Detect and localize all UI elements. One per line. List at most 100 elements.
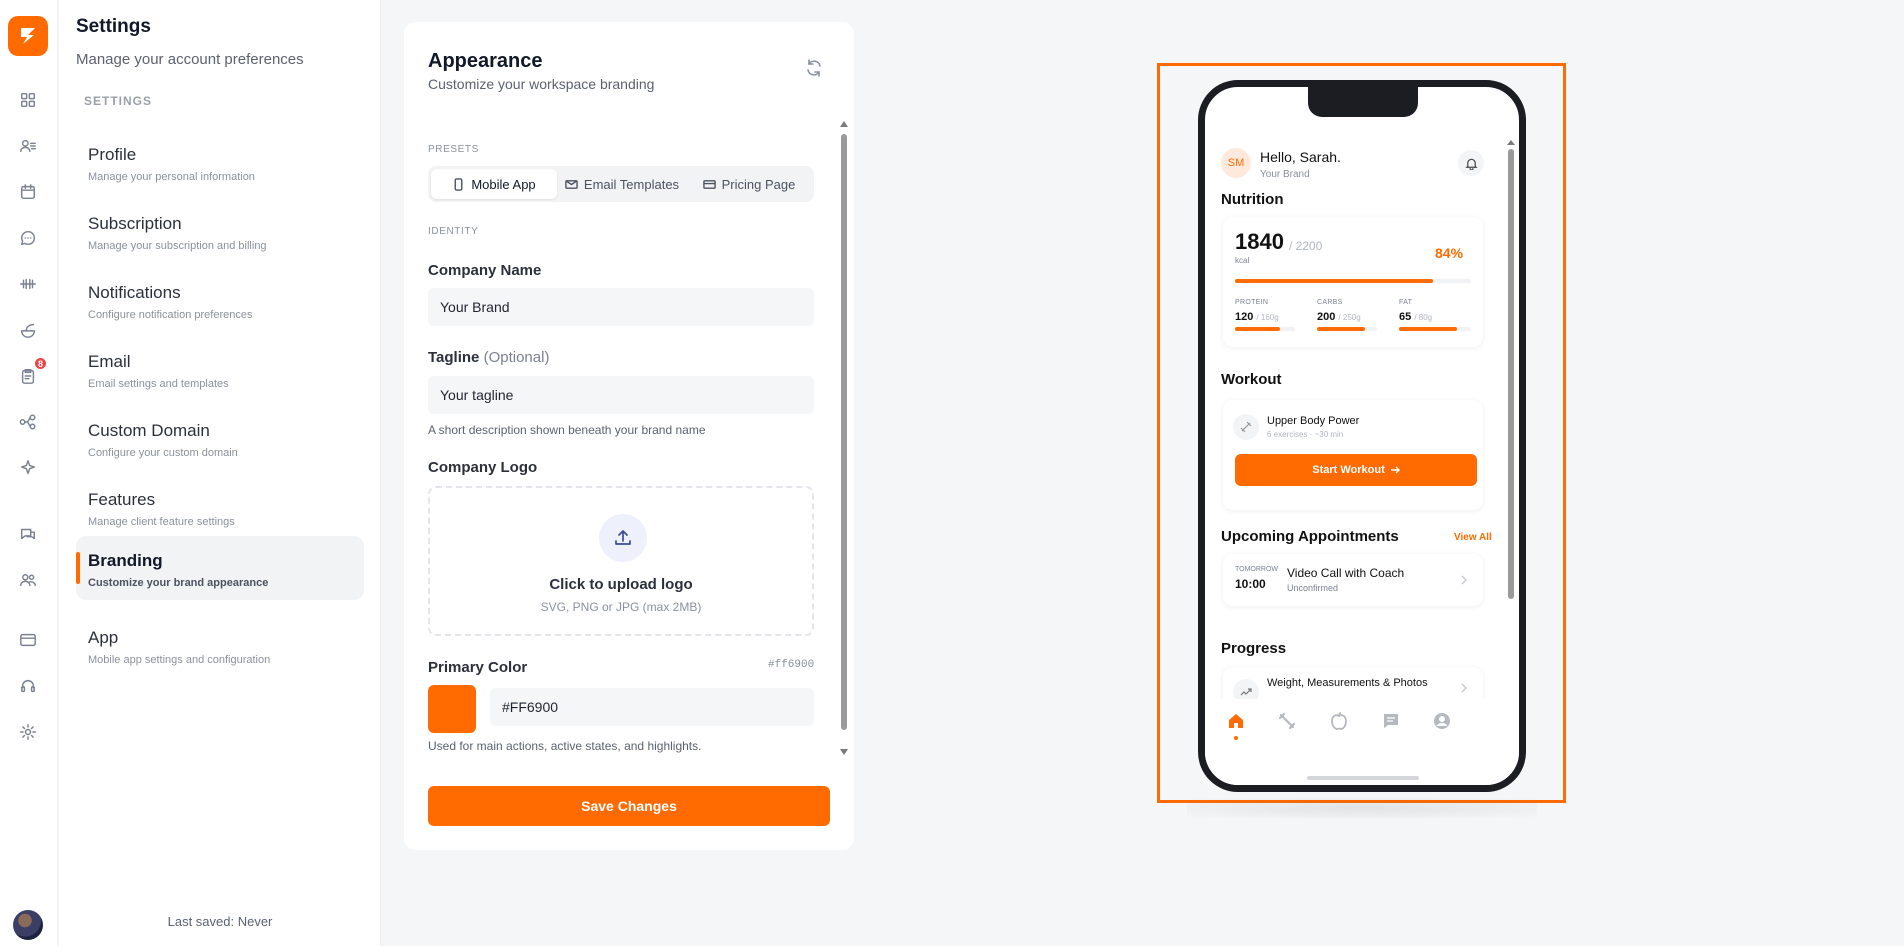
app-logo-icon[interactable] [8, 16, 48, 56]
support-icon[interactable] [17, 675, 39, 697]
phone-notch [1308, 87, 1418, 117]
view-all-link[interactable]: View All [1454, 532, 1492, 543]
form-scrollbar[interactable] [840, 120, 848, 756]
card-subtitle: Customize your workspace branding [428, 76, 655, 92]
macro-label: CARBS [1317, 299, 1343, 306]
scroll-down-icon[interactable] [840, 748, 848, 756]
macro-goal: / 160g [1256, 313, 1279, 322]
sidebar-item-title: App [88, 628, 119, 647]
chevron-right-icon [1461, 575, 1467, 585]
nutrition-icon[interactable] [17, 319, 39, 341]
scrollbar-thumb[interactable] [1508, 149, 1514, 599]
home-icon[interactable] [1224, 709, 1248, 733]
primary-color-swatch[interactable] [428, 685, 476, 733]
sparkle-icon[interactable] [17, 457, 39, 479]
tab-mobile-app[interactable]: Mobile App [431, 169, 557, 199]
upload-icon [599, 514, 647, 562]
settings-icon[interactable] [17, 721, 39, 743]
phone-icon [454, 177, 463, 191]
sidebar-item-notifications[interactable]: Notifications Configure notification pre… [76, 268, 364, 332]
chat-icon[interactable] [17, 523, 39, 545]
page-title: Settings [76, 16, 151, 37]
tab-email-templates[interactable]: Email Templates [559, 169, 685, 199]
appointment-title: Video Call with Coach [1287, 566, 1405, 580]
dumbbell-icon[interactable] [17, 273, 39, 295]
macro-progress-fill [1317, 327, 1365, 331]
kcal-unit: kcal [1235, 256, 1250, 265]
card-icon [702, 179, 716, 189]
macro-value: 200 / 250g [1317, 311, 1361, 323]
calendar-icon[interactable] [17, 181, 39, 203]
team-icon[interactable] [17, 569, 39, 591]
tab-pricing-page[interactable]: Pricing Page [687, 169, 811, 199]
appointment-card[interactable]: TOMORROW 10:00 Video Call with Coach Unc… [1223, 554, 1483, 606]
preview-nutrition-title: Nutrition [1221, 191, 1284, 208]
preview-scrollbar[interactable] [1507, 139, 1515, 709]
appearance-card: Appearance Customize your workspace bran… [404, 22, 854, 850]
macro-label: FAT [1399, 299, 1413, 306]
clients-icon[interactable] [17, 135, 39, 157]
kcal-progress-fill [1235, 279, 1434, 283]
bell-icon[interactable] [1458, 150, 1484, 176]
profile-icon[interactable] [1430, 709, 1454, 733]
upload-title: Click to upload logo [549, 576, 693, 593]
preview-workout-title: Workout [1221, 371, 1282, 388]
scroll-up-icon[interactable] [1507, 139, 1515, 146]
macro-goal: / 80g [1414, 313, 1433, 322]
sidebar-item-branding[interactable]: Branding Customize your brand appearance [76, 536, 364, 600]
preview-brand: Your Brand [1260, 169, 1310, 180]
dashboard-icon[interactable] [17, 89, 39, 111]
primary-color-label: Primary Color [428, 659, 528, 676]
mobile-preview: SM Hello, Sarah. Your Brand Nutrition 18… [1198, 80, 1526, 792]
scrollbar-thumb[interactable] [841, 134, 847, 730]
logo-upload-dropzone[interactable]: Click to upload logo SVG, PNG or JPG (ma… [428, 486, 814, 636]
save-changes-button[interactable]: Save Changes [428, 786, 830, 826]
sidebar-item-title: Profile [88, 145, 137, 164]
user-avatar[interactable] [13, 910, 43, 940]
tab-label: Pricing Page [721, 176, 796, 192]
section-label: SETTINGS [84, 94, 153, 108]
primary-color-input[interactable] [490, 688, 814, 726]
chat-icon[interactable] [1379, 709, 1403, 733]
primary-color-hint: Used for main actions, active states, an… [428, 739, 702, 753]
refresh-icon[interactable] [804, 58, 824, 78]
dumbbell-icon [1233, 414, 1259, 440]
macro-label: PROTEIN [1235, 299, 1269, 306]
sidebar-item-subscription[interactable]: Subscription Manage your subscription an… [76, 199, 364, 263]
messages-icon[interactable] [17, 227, 39, 249]
sidebar-item-profile[interactable]: Profile Manage your personal information [76, 130, 364, 194]
billing-icon[interactable] [17, 629, 39, 651]
active-dot [1234, 736, 1238, 740]
home-indicator [1307, 776, 1419, 780]
macro-value: 65 / 80g [1399, 311, 1432, 323]
sidebar-item-features[interactable]: Features Manage client feature settings [76, 475, 364, 539]
tagline-input[interactable] [428, 376, 814, 414]
start-workout-button[interactable]: Start Workout [1235, 454, 1477, 486]
tagline-label: Tagline (Optional) [428, 349, 549, 366]
last-saved-status: Last saved: Never [167, 914, 273, 929]
tab-label: Mobile App [471, 176, 536, 192]
sidebar-item-custom-domain[interactable]: Custom Domain Configure your custom doma… [76, 406, 364, 470]
nutrition-card[interactable]: 1840 / 2200 kcal 84% PROTEIN 120 / 160g … [1223, 217, 1483, 347]
presets-tabs: Mobile App Email Templates Pricing Page [428, 166, 814, 202]
workout-name: Upper Body Power [1267, 415, 1360, 427]
workflow-icon[interactable] [17, 411, 39, 433]
macro-progress-bar [1317, 327, 1377, 331]
macro-progress-fill [1235, 327, 1280, 331]
sidebar-item-desc: Configure notification preferences [88, 309, 253, 321]
workout-icon[interactable] [1275, 709, 1299, 733]
scroll-up-icon[interactable] [840, 120, 848, 128]
tagline-optional: (Optional) [483, 349, 550, 366]
mail-icon [565, 179, 578, 189]
notification-badge: 8 [33, 356, 48, 371]
company-name-label: Company Name [428, 262, 542, 279]
appointment-status: Unconfirmed [1287, 583, 1339, 593]
sidebar-item-app[interactable]: App Mobile app settings and configuratio… [76, 613, 364, 677]
card-title: Appearance [428, 50, 543, 72]
kcal-percent: 84% [1435, 245, 1464, 261]
presets-label: PRESETS [428, 144, 479, 155]
company-name-input[interactable] [428, 288, 814, 326]
nutrition-icon[interactable] [1327, 709, 1351, 733]
tagline-hint: A short description shown beneath your b… [428, 423, 706, 437]
sidebar-item-email[interactable]: Email Email settings and templates [76, 337, 364, 401]
